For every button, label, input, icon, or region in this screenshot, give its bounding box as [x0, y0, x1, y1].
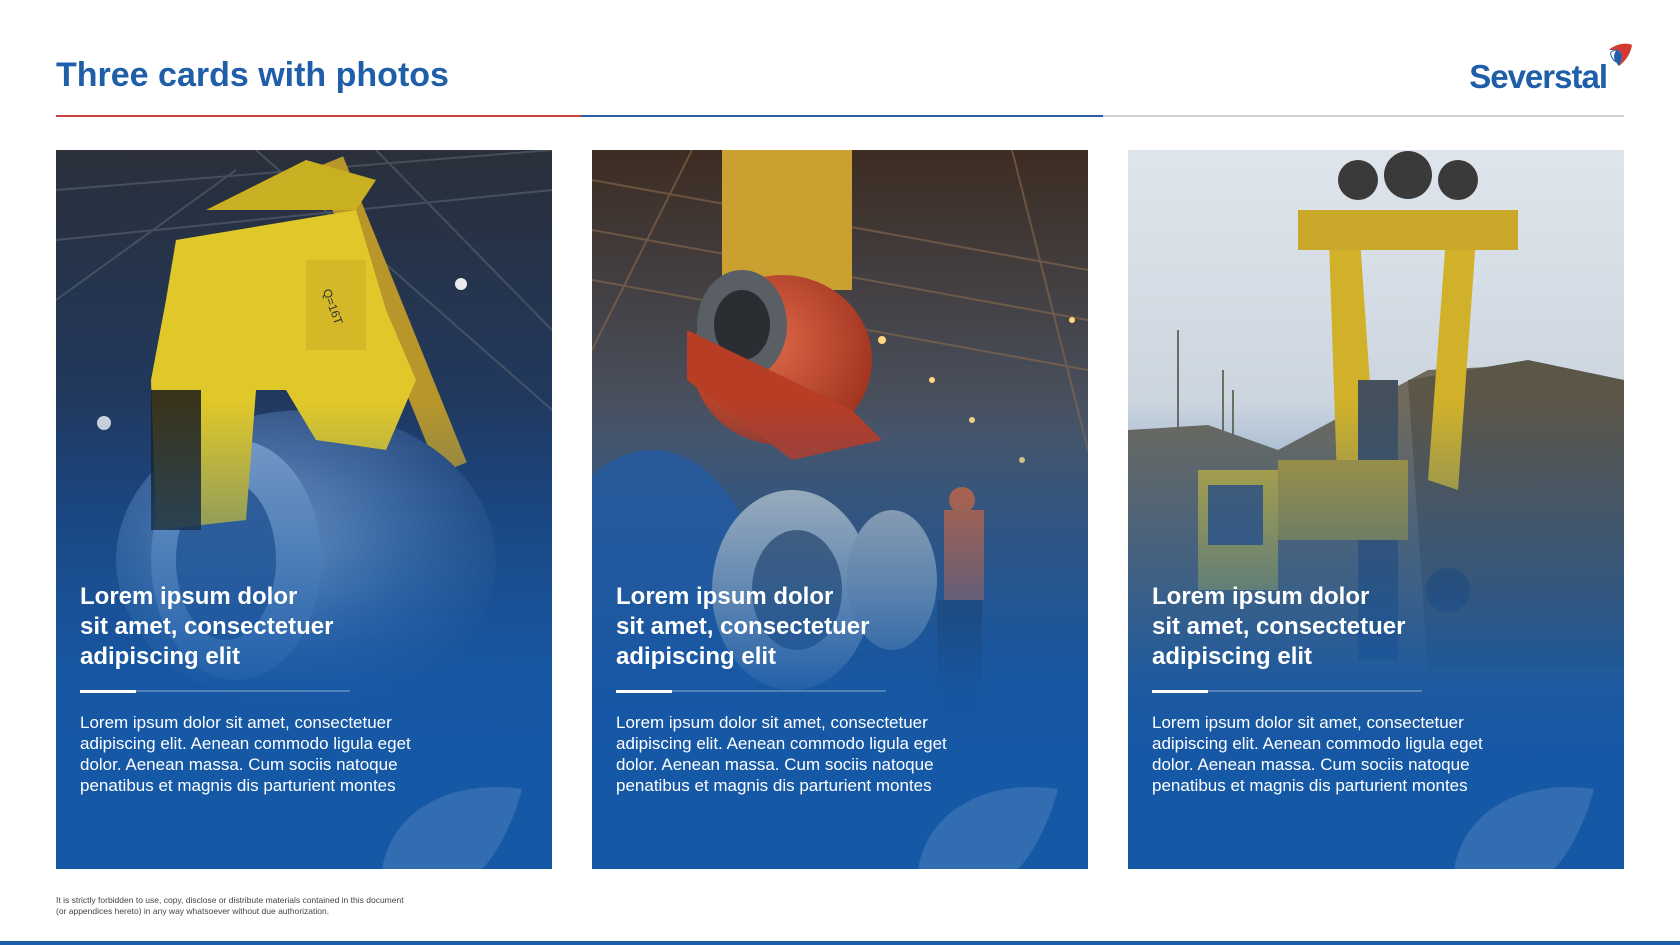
- card-heading: Lorem ipsum dolor sit amet, consectetuer…: [80, 583, 334, 670]
- card-divider: [1152, 690, 1422, 693]
- card-body: Lorem ipsum dolor sit amet, consectetuer…: [1152, 713, 1483, 795]
- page-title: Three cards with photos: [56, 56, 449, 94]
- card-heading: Lorem ipsum dolor sit amet, consectetuer…: [616, 583, 870, 670]
- divider-blue-segment: [581, 115, 1103, 117]
- severstal-logo: Severstal: [1465, 40, 1635, 100]
- card-2: Lorem ipsum dolor sit amet, consectetuer…: [592, 150, 1088, 869]
- slide: Three cards with photos Severstal Lorem …: [0, 0, 1680, 945]
- header-divider: [56, 115, 1624, 117]
- divider-grey-segment: [1103, 115, 1624, 117]
- card-body: Lorem ipsum dolor sit amet, consectetuer…: [80, 713, 411, 795]
- bottom-accent-bar: [0, 941, 1680, 945]
- card-heading: Lorem ipsum dolor sit amet, consectetuer…: [1152, 583, 1406, 670]
- cards-row: Q=16T Lorem ipsum dolor sit amet, consec…: [56, 150, 1624, 869]
- card-body: Lorem ipsum dolor sit amet, consectetuer…: [616, 713, 947, 795]
- card-1: Q=16T Lorem ipsum dolor sit amet, consec…: [56, 150, 552, 869]
- logo-mark-icon: [1609, 43, 1632, 66]
- logo-text: Severstal: [1469, 58, 1608, 95]
- legal-disclaimer: It is strictly forbidden to use, copy, d…: [56, 895, 404, 916]
- card-divider: [80, 690, 350, 693]
- card-divider: [616, 690, 886, 693]
- divider-red-segment: [56, 115, 581, 117]
- card-3: Lorem ipsum dolor sit amet, consectetuer…: [1128, 150, 1624, 869]
